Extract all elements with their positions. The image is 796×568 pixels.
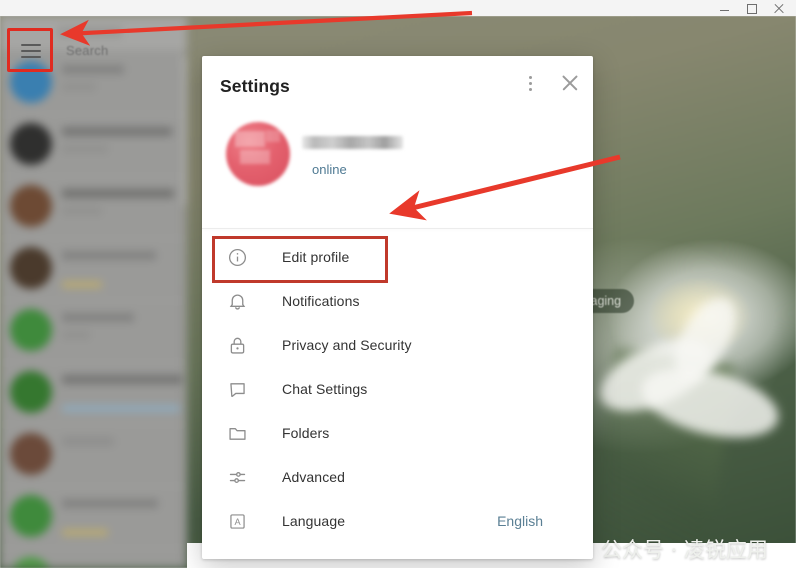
menu-item-advanced[interactable]: Advanced bbox=[202, 455, 593, 499]
search-input[interactable]: Search bbox=[66, 43, 108, 58]
lock-icon bbox=[224, 332, 250, 358]
list-item[interactable] bbox=[0, 424, 187, 487]
list-item[interactable] bbox=[0, 362, 187, 425]
username-redacted bbox=[302, 136, 403, 149]
list-item[interactable] bbox=[0, 548, 187, 568]
avatar[interactable] bbox=[226, 122, 290, 186]
avatar bbox=[10, 185, 52, 227]
list-item-title bbox=[62, 499, 158, 508]
menu-item-label: Folders bbox=[282, 425, 330, 441]
window-titlebar bbox=[0, 0, 796, 17]
folder-icon bbox=[224, 420, 250, 446]
menu-item-label: Language bbox=[282, 513, 346, 529]
menu-item-label: Advanced bbox=[282, 469, 346, 485]
settings-dialog: Settings online Edit profile Notificatio… bbox=[202, 56, 593, 559]
window-controls bbox=[719, 3, 796, 14]
bell-icon bbox=[224, 288, 250, 314]
hamburger-menu-icon[interactable] bbox=[15, 36, 47, 66]
list-item-title bbox=[62, 251, 156, 260]
maximize-button[interactable] bbox=[746, 3, 757, 14]
list-item-subtitle bbox=[62, 207, 102, 215]
menu-item-label: Notifications bbox=[282, 293, 360, 309]
list-item-badge bbox=[62, 405, 180, 412]
menu-item-label: Chat Settings bbox=[282, 381, 368, 397]
avatar bbox=[10, 495, 52, 537]
avatar bbox=[10, 247, 52, 289]
page-title: Settings bbox=[220, 76, 290, 96]
list-item-title bbox=[62, 65, 124, 74]
list-item-subtitle bbox=[62, 83, 96, 91]
menu-item-folders[interactable]: Folders bbox=[202, 411, 593, 455]
menu-item-privacy-and-security[interactable]: Privacy and Security bbox=[202, 323, 593, 367]
sliders-icon bbox=[224, 464, 250, 490]
list-item-subtitle bbox=[62, 331, 90, 339]
language-value[interactable]: English bbox=[497, 513, 543, 529]
list-item-title bbox=[62, 189, 174, 198]
info-circle-icon bbox=[224, 244, 250, 270]
sidebar-scrollbar[interactable] bbox=[183, 56, 186, 206]
menu-item-label: Privacy and Security bbox=[282, 337, 412, 353]
list-item-title bbox=[62, 313, 134, 322]
minimize-button[interactable] bbox=[719, 3, 730, 14]
list-item-badge bbox=[62, 529, 108, 536]
list-item-subtitle bbox=[62, 145, 108, 153]
watermark-text: 公众号 · 凌锐应用 bbox=[601, 538, 769, 562]
profile-block[interactable]: online bbox=[202, 110, 593, 228]
list-item-title bbox=[62, 375, 182, 384]
list-item-badge bbox=[62, 281, 102, 288]
dialog-header: Settings bbox=[202, 56, 593, 110]
close-window-button[interactable] bbox=[773, 3, 784, 14]
avatar bbox=[10, 309, 52, 351]
watermark: 公众号 · 凌锐应用 bbox=[565, 534, 768, 564]
status-badge: online bbox=[312, 162, 347, 177]
menu-item-chat-settings[interactable]: Chat Settings bbox=[202, 367, 593, 411]
list-item[interactable] bbox=[0, 300, 187, 363]
chat-bubble-icon bbox=[224, 376, 250, 402]
language-a-icon: A bbox=[224, 508, 250, 534]
menu-item-edit-profile[interactable]: Edit profile bbox=[202, 235, 593, 283]
settings-menu: Edit profile Notifications Privacy and S… bbox=[202, 229, 593, 543]
avatar bbox=[10, 123, 52, 165]
app-window: ssaging Search 公众号 · 凌锐应用 Settings onlin… bbox=[0, 0, 796, 568]
chat-list-sidebar[interactable] bbox=[0, 16, 187, 568]
avatar bbox=[10, 61, 52, 103]
list-item-title bbox=[62, 437, 114, 446]
list-item[interactable] bbox=[0, 238, 187, 301]
menu-item-label: Edit profile bbox=[282, 249, 350, 265]
list-item[interactable] bbox=[0, 176, 187, 239]
avatar bbox=[10, 371, 52, 413]
dialog-actions bbox=[521, 74, 579, 92]
list-item[interactable] bbox=[0, 486, 187, 549]
close-icon[interactable] bbox=[561, 74, 579, 92]
menu-item-notifications[interactable]: Notifications bbox=[202, 279, 593, 323]
avatar bbox=[10, 433, 52, 475]
app-body: ssaging Search 公众号 · 凌锐应用 Settings onlin… bbox=[0, 16, 796, 568]
list-item-title bbox=[62, 127, 172, 136]
avatar bbox=[10, 557, 52, 568]
list-item[interactable] bbox=[0, 114, 187, 177]
menu-item-language[interactable]: A Language English bbox=[202, 499, 593, 543]
sidebar-search-field[interactable] bbox=[58, 26, 122, 38]
more-vertical-icon[interactable] bbox=[521, 74, 539, 92]
svg-text:A: A bbox=[234, 517, 241, 527]
